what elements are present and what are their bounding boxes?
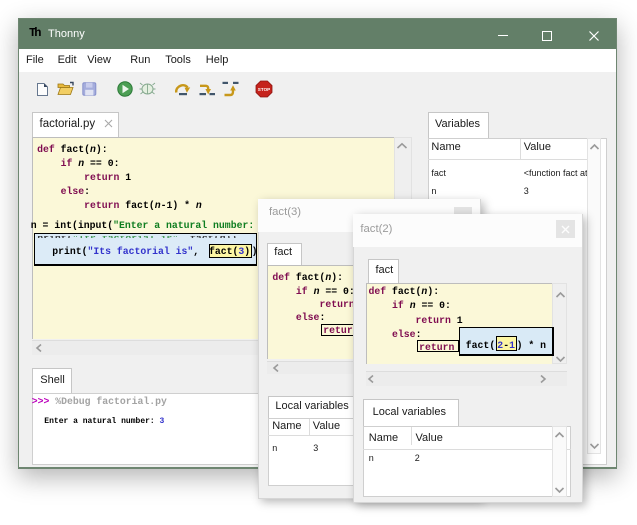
svg-text:STOP: STOP <box>258 87 270 92</box>
